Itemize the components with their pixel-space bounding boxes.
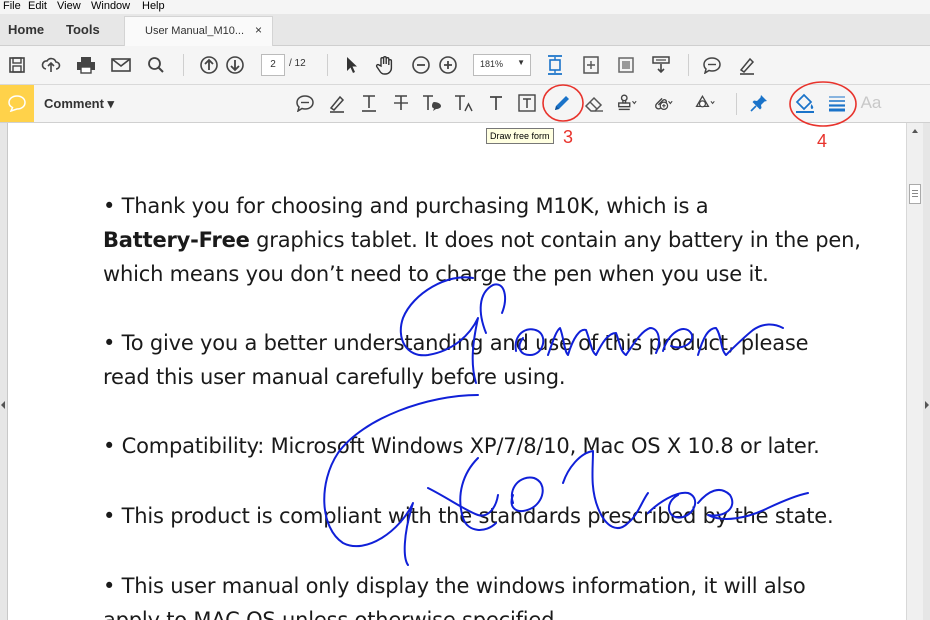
- toolbar-separator: [736, 93, 737, 115]
- fill-color-bucket-icon[interactable]: [794, 92, 816, 114]
- toolbar-separator: [327, 54, 328, 76]
- zoom-level-value: 181%: [480, 59, 504, 69]
- scroll-mode-icon[interactable]: [650, 54, 672, 76]
- email-icon[interactable]: [110, 54, 132, 76]
- tab-row: Home Tools User Manual_M10... ×: [0, 14, 930, 47]
- next-page-icon[interactable]: [224, 54, 246, 76]
- highlight-text-icon[interactable]: [326, 92, 348, 114]
- highlight-pen-icon[interactable]: [736, 54, 758, 76]
- page-number-input[interactable]: 2: [261, 54, 285, 76]
- sticky-note-icon[interactable]: [294, 92, 316, 114]
- add-text-icon[interactable]: [485, 92, 507, 114]
- page-total: / 12: [289, 58, 306, 69]
- draw-free-form-tooltip: Draw free form: [486, 128, 554, 144]
- comment-bubble-icon[interactable]: [701, 54, 723, 76]
- fit-width-icon[interactable]: [580, 54, 602, 76]
- strikethrough-text-icon[interactable]: [390, 92, 412, 114]
- font-size-icon[interactable]: Aa: [856, 92, 886, 114]
- freehand-ink-drawing[interactable]: [8, 123, 906, 620]
- callout-label-4: 4: [817, 131, 828, 151]
- menu-file[interactable]: File: [3, 0, 21, 13]
- menu-view[interactable]: View: [57, 0, 81, 13]
- menu-edit[interactable]: Edit: [28, 0, 47, 13]
- comment-icon: [8, 95, 26, 112]
- menu-bar: File Edit View Window Help: [0, 0, 930, 14]
- tools-tab[interactable]: Tools: [66, 22, 100, 37]
- eraser-icon[interactable]: [583, 92, 605, 114]
- document-tab[interactable]: User Manual_M10... ×: [124, 16, 273, 47]
- comment-mode-badge: [0, 85, 34, 122]
- expand-left-panel-icon[interactable]: [0, 400, 6, 410]
- expand-right-panel-icon[interactable]: [924, 400, 930, 410]
- document-tab-title: User Manual_M10...: [145, 25, 245, 37]
- text-box-icon[interactable]: [516, 92, 538, 114]
- comment-toolbar: Comment ▾ Aa: [0, 85, 930, 123]
- zoom-level-select[interactable]: 181% ▼: [473, 54, 531, 76]
- print-icon[interactable]: [75, 54, 97, 76]
- full-screen-icon[interactable]: [615, 54, 637, 76]
- main-toolbar: 2 / 12 181% ▼: [0, 46, 930, 85]
- draw-free-form-pencil-icon[interactable]: [551, 92, 573, 114]
- menu-help[interactable]: Help: [142, 0, 165, 13]
- drawing-tools-icon[interactable]: [694, 92, 716, 114]
- document-page: • Thank you for choosing and purchasing …: [8, 123, 906, 620]
- select-cursor-icon[interactable]: [340, 54, 362, 76]
- underline-text-icon[interactable]: [358, 92, 380, 114]
- pin-icon[interactable]: [748, 92, 770, 114]
- toolbar-separator: [183, 54, 184, 76]
- stamp-icon[interactable]: [616, 92, 638, 114]
- save-icon[interactable]: [6, 54, 28, 76]
- zoom-in-icon[interactable]: [437, 54, 459, 76]
- chevron-down-icon: ▼: [517, 58, 525, 67]
- menu-window[interactable]: Window: [91, 0, 130, 13]
- search-icon[interactable]: [145, 54, 167, 76]
- comment-menu-label[interactable]: Comment ▾: [44, 96, 114, 112]
- scroll-up-icon[interactable]: [911, 128, 919, 134]
- left-panel-gutter: [0, 123, 8, 620]
- replace-text-icon[interactable]: [421, 92, 443, 114]
- scrollbar-thumb[interactable]: [909, 184, 921, 204]
- close-tab-icon[interactable]: ×: [255, 23, 262, 37]
- right-panel-gutter: [923, 123, 930, 620]
- vertical-scrollbar[interactable]: [906, 123, 924, 620]
- callout-label-3: 3: [563, 127, 574, 147]
- home-tab[interactable]: Home: [8, 22, 44, 37]
- insert-text-icon[interactable]: [453, 92, 475, 114]
- previous-page-icon[interactable]: [198, 54, 220, 76]
- upload-cloud-icon[interactable]: [40, 54, 62, 76]
- hand-tool-icon[interactable]: [374, 54, 396, 76]
- zoom-out-icon[interactable]: [410, 54, 432, 76]
- toolbar-separator: [688, 54, 689, 76]
- fit-page-icon[interactable]: [544, 54, 566, 76]
- line-width-icon[interactable]: [826, 92, 848, 114]
- attach-file-icon[interactable]: [652, 92, 674, 114]
